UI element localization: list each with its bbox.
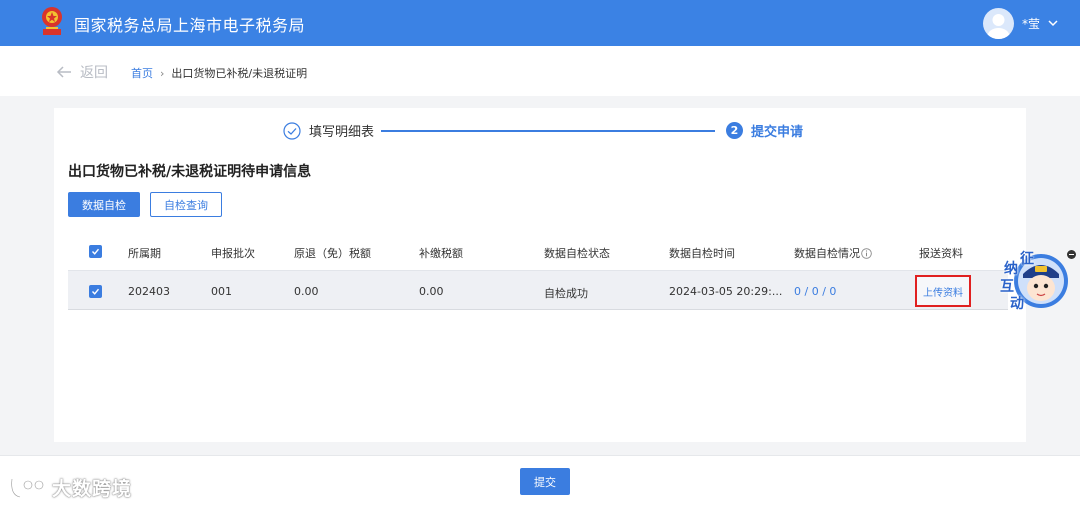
col-check-result-label: 数据自检情况 [794,247,860,260]
breadcrumb-separator: › [160,66,165,80]
breadcrumb-home[interactable]: 首页 [131,65,153,81]
info-icon[interactable] [861,248,872,259]
col-supplement-tax: 补缴税额 [419,247,463,260]
table-header: 所属期 申报批次 原退（免）税额 补缴税额 数据自检状态 数据自检时间 数据自检… [68,234,1008,270]
step-2-label: 提交申请 [751,125,804,140]
watermark-logo-icon [10,478,45,498]
step-indicator: 填写明细表 2 提交申请 [283,121,823,141]
col-refund-amount: 原退（免）税额 [294,247,371,260]
check-circle-icon [283,121,301,140]
section-title: 出口货物已补税/未退税证明待申请信息 [68,164,312,180]
step-connector [381,130,715,132]
top-header: 国家税务总局上海市电子税务局 *莹 [0,0,1080,46]
cell-refund-amount: 0.00 [294,285,319,298]
cell-period: 202403 [128,285,170,298]
step-2-number: 2 [726,122,743,139]
submit-button[interactable]: 提交 [520,468,570,495]
tax-interaction-widget[interactable]: 征 纳 互 动 [995,248,1071,314]
col-check-status: 数据自检状态 [544,247,610,260]
table-row: 202403 001 0.00 0.00 自检成功 2024-03-05 20:… [68,270,1008,310]
app-title: 国家税务总局上海市电子税务局 [74,16,306,35]
watermark: 大数跨境 [8,474,132,501]
checkmark-icon [91,248,100,255]
self-check-button[interactable]: 数据自检 [68,192,140,217]
watermark-text: 大数跨境 [52,478,133,500]
select-all-checkbox[interactable] [89,245,102,258]
col-batch: 申报批次 [211,247,255,260]
col-check-time: 数据自检时间 [669,247,735,260]
checkmark-icon [91,288,100,295]
back-label: 返回 [80,65,108,81]
step-fill-detail[interactable]: 填写明细表 [283,121,374,140]
col-submit-materials: 报送资料 [919,247,963,260]
sub-nav-bar: 返回 首页 › 出口货物已补税/未退税证明 [0,46,1080,96]
widget-collapse-button[interactable] [1067,250,1076,259]
step-submit-apply: 2 提交申请 [726,121,803,140]
user-name[interactable]: *莹 [1022,15,1040,32]
cell-check-time: 2024-03-05 20:29:... [669,285,783,298]
upload-materials-link[interactable]: 上传资料 [915,275,971,307]
widget-char-2: 纳 [1004,261,1018,277]
check-query-button[interactable]: 自检查询 [150,192,222,217]
back-button[interactable]: 返回 [56,62,108,82]
widget-char-1: 征 [1020,251,1034,267]
tax-emblem-icon [42,7,62,35]
col-period: 所属期 [128,247,161,260]
cell-check-status: 自检成功 [544,287,588,300]
widget-char-4: 动 [1010,296,1024,312]
step-1-label: 填写明细表 [309,125,375,140]
cell-batch: 001 [211,285,232,298]
user-avatar[interactable] [983,8,1014,39]
chevron-down-icon[interactable] [1047,17,1059,29]
row-checkbox[interactable] [89,285,102,298]
breadcrumb-current: 出口货物已补税/未退税证明 [171,67,308,80]
cell-supplement-tax: 0.00 [419,285,444,298]
col-check-result: 数据自检情况 [794,245,872,261]
arrow-left-icon [56,66,71,78]
breadcrumb: 首页 › 出口货物已补税/未退税证明 [131,65,307,81]
user-icon [987,14,1010,39]
cell-check-result-link[interactable]: 0 / 0 / 0 [794,285,836,298]
